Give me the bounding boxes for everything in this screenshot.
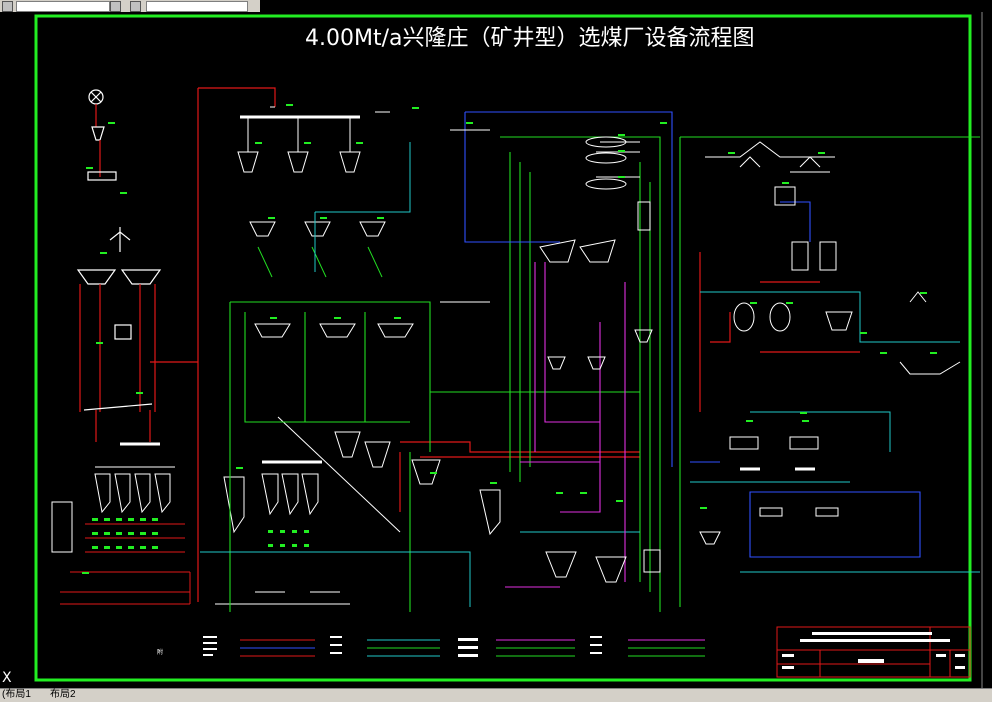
red-flow-lines [150,87,860,602]
drawing-frame [34,14,972,682]
linetype-dropdown[interactable] [146,1,248,12]
cyan-flow-lines [200,142,980,607]
product-silos-bottom [215,460,501,605]
loading-markers [268,530,309,547]
right-processing-section [729,156,961,517]
layer-dropdown[interactable] [16,1,110,12]
magenta-flow-lines [505,262,626,588]
feeder-bank [60,523,191,605]
tab-layout1[interactable]: (布局1 [2,689,31,701]
layout-tabs-bar: (布局1 布局2 [0,688,992,702]
title-block [776,626,971,678]
drawing-canvas[interactable]: 4.00Mt/a兴隆庄（矿井型）选煤厂设备流程图 附 X [0,12,992,688]
middle-screens [254,323,441,533]
green-flow-lines [229,136,980,612]
properties-icon[interactable] [130,1,141,12]
chevron-down-icon[interactable] [110,1,121,12]
blue-flow-lines [464,111,921,558]
raw-coal-section [76,89,162,446]
drawing-title: 4.00Mt/a兴隆庄（矿井型）选煤厂设备流程图 [305,26,755,51]
white-flow-lines [270,106,835,303]
product-silos-top [237,115,386,278]
tab-layout2[interactable]: 布局2 [50,689,76,701]
layer-icon[interactable] [2,1,13,12]
raw-coal-silos [51,466,175,553]
legend-label: 附 [157,648,163,656]
process-flow-diagram: 4.00Mt/a兴隆庄（矿井型）选煤厂设备流程图 附 X [2,12,983,688]
flotation-equipment [539,136,721,583]
line-legend: 附 [157,636,705,657]
ucs-icon: X [2,670,12,686]
feeder-markers [92,518,158,549]
